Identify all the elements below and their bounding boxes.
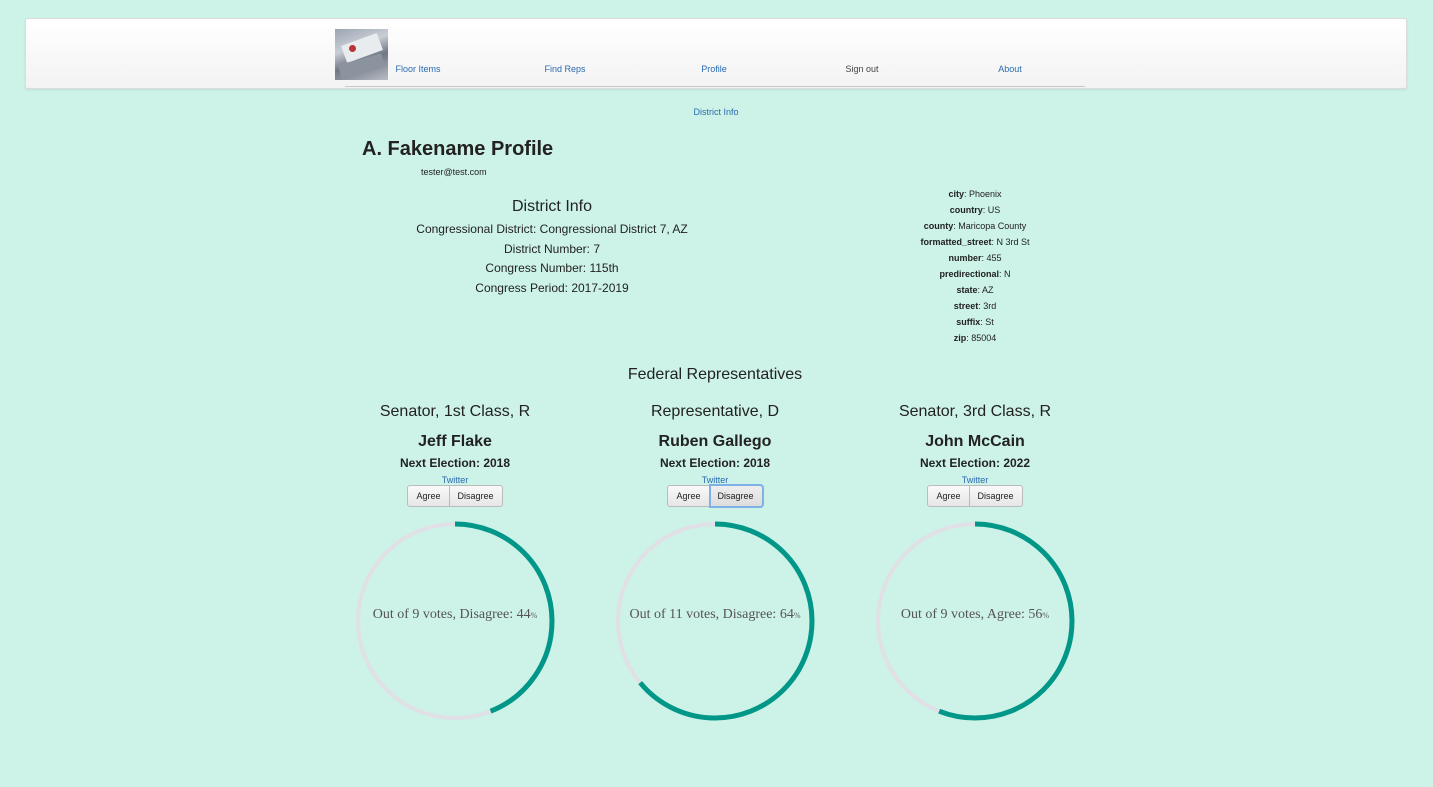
nav-find-reps[interactable]: Find Reps <box>544 64 585 74</box>
address-row-street: street: 3rd <box>953 301 997 311</box>
nav-about[interactable]: About <box>998 64 1022 74</box>
address-row-country: country: US <box>949 205 1001 215</box>
district-line-number: District Number: 7 <box>503 241 601 256</box>
federal-reps-heading: Federal Representatives <box>627 366 803 383</box>
rep-twitter-link[interactable]: Twitter <box>702 475 729 485</box>
vote-gauge-jeff-flake: Out of 9 votes, Disagree: 44% <box>353 519 557 723</box>
disagree-button[interactable]: Disagree <box>708 484 764 508</box>
nav-profile[interactable]: Profile <box>701 64 727 74</box>
rep-name: Jeff Flake <box>418 433 492 450</box>
district-line-congress-period: Congress Period: 2017-2019 <box>475 280 629 295</box>
rep-name: Ruben Gallego <box>658 433 772 450</box>
subnav-district-info[interactable]: District Info <box>693 107 738 117</box>
address-row-number: number: 455 <box>948 253 1002 263</box>
address-row-state: state: AZ <box>956 285 994 295</box>
vote-button-group: Agree Disagree <box>927 485 1023 507</box>
address-row-zip: zip: 85004 <box>953 333 997 343</box>
nav-divider <box>345 86 1085 87</box>
vote-button-group: Agree Disagree <box>667 484 764 508</box>
agree-button[interactable]: Agree <box>667 485 710 507</box>
address-row-predirectional: predirectional: N <box>939 269 1011 279</box>
rep-office: Senator, 3rd Class, R <box>898 403 1052 420</box>
user-email: tester@test.com <box>421 167 487 177</box>
disagree-button[interactable]: Disagree <box>449 485 503 507</box>
district-info-panel: District Info Congressional District: Co… <box>402 198 702 298</box>
rep-next-election: Next Election: 2018 <box>659 456 771 470</box>
address-row-formatted-street: formatted_street: N 3rd St <box>920 237 1030 247</box>
nav-sign-out[interactable]: Sign out <box>845 64 878 74</box>
page-title: A. Fakename Profile <box>362 138 554 160</box>
district-heading: District Info <box>511 198 592 215</box>
rep-office: Senator, 1st Class, R <box>379 403 531 420</box>
rep-next-election: Next Election: 2022 <box>919 456 1031 470</box>
address-row-city: city: Phoenix <box>948 189 1002 199</box>
vote-gauge-john-mccain: Out of 9 votes, Agree: 56% <box>873 519 1077 723</box>
address-details: city: Phoenix country: US county: Marico… <box>895 186 1055 346</box>
rep-card-ruben-gallego: Representative, D Ruben Gallego Next Ele… <box>595 403 835 508</box>
rep-next-election: Next Election: 2018 <box>399 456 511 470</box>
gauge-label: Out of 11 votes, Disagree: 64% <box>629 607 801 622</box>
vote-button-group: Agree Disagree <box>407 485 503 507</box>
top-navbar <box>25 18 1407 89</box>
gauge-label: Out of 9 votes, Agree: 56% <box>900 607 1050 622</box>
rep-name: John McCain <box>925 433 1025 450</box>
rep-twitter-link[interactable]: Twitter <box>442 475 469 485</box>
nav-floor-items[interactable]: Floor Items <box>395 64 440 74</box>
vote-gauge-ruben-gallego: Out of 11 votes, Disagree: 64% <box>613 519 817 723</box>
district-line-congress-number: Congress Number: 115th <box>485 261 619 275</box>
rep-twitter-link[interactable]: Twitter <box>962 475 989 485</box>
agree-button[interactable]: Agree <box>927 485 970 507</box>
gauge-label: Out of 9 votes, Disagree: 44% <box>372 607 538 622</box>
rep-card-john-mccain: Senator, 3rd Class, R John McCain Next E… <box>855 403 1095 507</box>
district-line-congressional-district: Congressional District: Congressional Di… <box>416 222 688 236</box>
rep-office: Representative, D <box>650 403 780 420</box>
address-row-suffix: suffix: St <box>956 317 994 327</box>
disagree-button[interactable]: Disagree <box>969 485 1023 507</box>
site-logo[interactable] <box>335 29 388 80</box>
agree-button[interactable]: Agree <box>407 485 450 507</box>
address-row-county: county: Maricopa County <box>923 221 1027 231</box>
rep-card-jeff-flake: Senator, 1st Class, R Jeff Flake Next El… <box>335 403 575 507</box>
